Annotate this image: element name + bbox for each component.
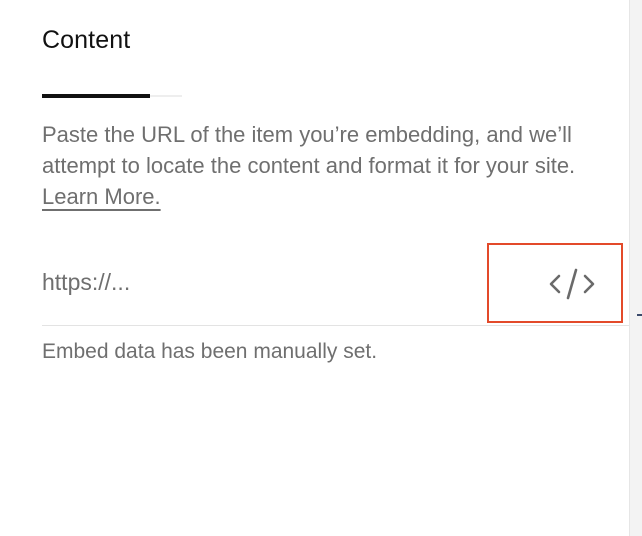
input-underline (42, 325, 629, 326)
learn-more-link[interactable]: Learn More. (42, 184, 161, 209)
pane-edge-marker (637, 314, 642, 316)
code-icon (549, 268, 595, 300)
embed-content-panel: Content Paste the URL of the item you’re… (0, 0, 629, 536)
adjacent-pane-edge (629, 0, 642, 536)
embed-description: Paste the URL of the item you’re embeddi… (42, 119, 582, 212)
active-tab-indicator (42, 94, 150, 98)
url-input[interactable] (42, 258, 472, 306)
description-text: Paste the URL of the item you’re embeddi… (42, 122, 576, 178)
embed-code-button[interactable] (487, 243, 623, 323)
tab-content[interactable]: Content (42, 26, 130, 55)
embed-status-text: Embed data has been manually set. (42, 340, 378, 363)
